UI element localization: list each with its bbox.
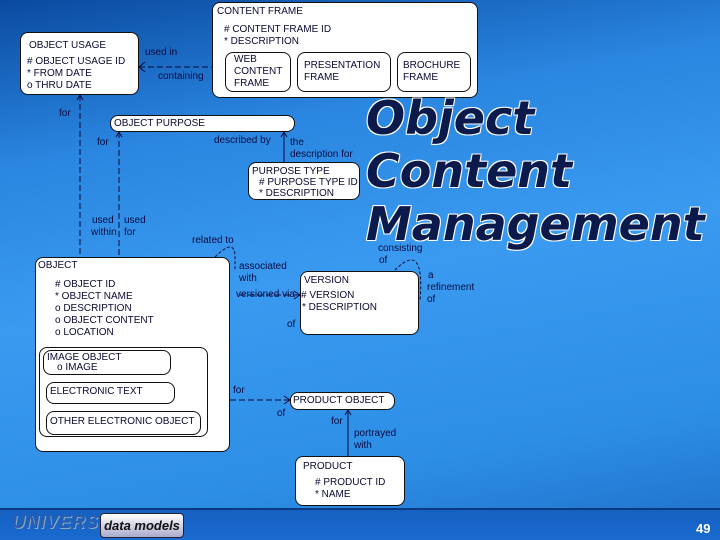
attribute: # CONTENT FRAME ID	[224, 24, 332, 35]
subtype-label: ELECTRONIC TEXT	[50, 386, 143, 397]
rel-label: for	[233, 385, 245, 396]
subtype-presentation-frame[interactable]: PRESENTATION FRAME	[297, 52, 391, 92]
rel-label: of	[277, 408, 286, 419]
entity-purpose-type[interactable]: PURPOSE TYPE # PURPOSE TYPE ID * DESCRIP…	[248, 162, 360, 200]
entity-name: VERSION	[304, 275, 350, 286]
entity-name: OBJECT USAGE	[29, 40, 107, 51]
subtype-label: CONTENT	[234, 66, 283, 77]
attribute: * DESCRIPTION	[259, 188, 335, 199]
page-number: 49	[696, 521, 711, 536]
attribute: o OBJECT CONTENT	[55, 315, 154, 326]
rel-label: containing	[158, 71, 204, 82]
rel-label: used in	[145, 47, 178, 58]
rel-label: related to	[192, 235, 234, 246]
rel-label: of	[287, 319, 296, 330]
subtype-label: PRESENTATION	[304, 60, 381, 71]
subtype-label: OTHER ELECTRONIC OBJECT	[50, 416, 195, 427]
attribute: # VERSION	[301, 290, 355, 301]
entity-name: PRODUCT	[303, 461, 353, 472]
attribute: # OBJECT ID	[55, 279, 116, 290]
subtype-brochure-frame[interactable]: BROCHURE FRAME	[397, 52, 471, 92]
attribute: o IMAGE	[57, 362, 98, 373]
attribute: * DESCRIPTION	[224, 36, 300, 47]
slide-title: Object Content Management	[366, 92, 705, 251]
entity-product[interactable]: PRODUCT # PRODUCT ID * NAME	[295, 456, 405, 506]
attribute: * DESCRIPTION	[302, 302, 378, 313]
rel-label: for	[124, 227, 136, 238]
subtype-label: FRAME	[234, 78, 269, 89]
attribute: * FROM DATE	[27, 68, 92, 79]
subtype-label: BROCHURE	[403, 60, 461, 71]
entity-object[interactable]: OBJECT # OBJECT ID * OBJECT NAME o DESCR…	[35, 257, 230, 452]
subtype-label: FRAME	[304, 72, 339, 83]
rel-label: the	[290, 137, 304, 148]
rel-label: with	[354, 440, 372, 451]
entity-product-object[interactable]: PRODUCT OBJECT	[290, 392, 395, 410]
rel-label: of	[427, 294, 436, 305]
entity-object-purpose[interactable]: OBJECT PURPOSE	[110, 115, 295, 132]
attribute: # PRODUCT ID	[315, 477, 386, 488]
subtype-electronic-text[interactable]: ELECTRONIC TEXT	[46, 382, 175, 404]
attribute: o LOCATION	[55, 327, 114, 338]
title-line: Object	[366, 91, 535, 145]
entity-content-frame[interactable]: CONTENT FRAME # CONTENT FRAME ID * DESCR…	[212, 2, 478, 98]
subtype-other-electronic-object[interactable]: OTHER ELECTRONIC OBJECT	[46, 411, 201, 435]
subtype-label: WEB	[234, 54, 257, 65]
attribute: * NAME	[315, 489, 351, 500]
entity-name: PRODUCT OBJECT	[293, 395, 385, 406]
rel-label: used	[92, 215, 114, 226]
rel-label: with	[239, 273, 257, 284]
attribute: * OBJECT NAME	[55, 291, 133, 302]
rel-label: refinement	[427, 282, 475, 293]
entity-name: CONTENT FRAME	[217, 6, 303, 17]
entity-version[interactable]: VERSION # VERSION * DESCRIPTION	[300, 271, 419, 335]
rel-label: associated	[239, 261, 287, 272]
attribute: o DESCRIPTION	[55, 303, 132, 314]
title-line: Content	[366, 144, 573, 198]
rel-label: versioned via	[236, 289, 295, 300]
subtype-web-content-frame[interactable]: WEB CONTENT FRAME	[225, 52, 291, 92]
subtype-label: FRAME	[403, 72, 438, 83]
attribute: # OBJECT USAGE ID	[27, 56, 126, 67]
rel-label: within	[91, 227, 117, 238]
attribute: o THRU DATE	[27, 80, 92, 91]
rel-label: of	[379, 255, 388, 266]
subtype-image-object[interactable]: IMAGE OBJECT o IMAGE	[43, 350, 171, 375]
title-line: Management	[366, 197, 705, 251]
entity-name: OBJECT PURPOSE	[114, 118, 205, 129]
rel-label: described by	[214, 135, 271, 146]
entity-object-usage[interactable]: OBJECT USAGE # OBJECT USAGE ID * FROM DA…	[20, 32, 139, 95]
rel-label: a	[428, 270, 434, 281]
rel-label: portrayed	[354, 428, 397, 439]
rel-label: description for	[290, 149, 353, 160]
rel-label: for	[331, 416, 343, 427]
rel-label: used	[124, 215, 146, 226]
entity-name: OBJECT	[38, 260, 78, 271]
data-models-logo: data models	[100, 513, 184, 538]
rel-label: for	[97, 137, 109, 148]
subtype-group: IMAGE OBJECT o IMAGE ELECTRONIC TEXT OTH…	[39, 347, 208, 437]
rel-label: for	[59, 108, 71, 119]
